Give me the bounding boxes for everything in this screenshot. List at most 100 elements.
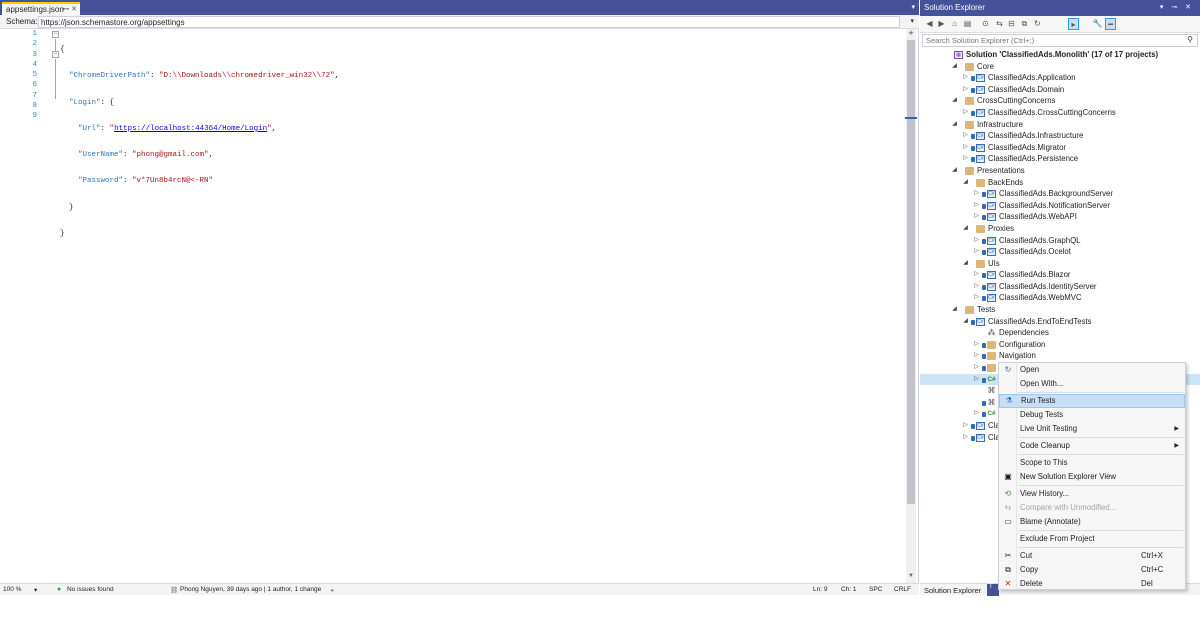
git-blame-info[interactable]: Phong Nguyen, 39 days ago | 1 author, 1 … (180, 586, 321, 593)
menu-item-compare-with-unmodified[interactable]: ⇆ Compare with Unmodified... (999, 501, 1185, 515)
tree-item[interactable]: ▷ C# ClassifiedAds.Persistence (920, 153, 1200, 165)
tree-item[interactable]: ▷ C# ClassifiedAds.Domain (920, 84, 1200, 96)
collapsed-arrow-icon[interactable]: ▷ (962, 420, 969, 432)
line-ending-indicator[interactable]: CRLF (894, 586, 911, 593)
solution-explorer-search[interactable]: ⚲ (922, 34, 1198, 47)
menu-item-open-with[interactable]: Open With... (999, 377, 1185, 391)
expanded-arrow-icon[interactable]: ◢ (951, 304, 958, 316)
collapsed-arrow-icon[interactable]: ▷ (973, 350, 980, 362)
tree-folder[interactable]: ◢ BackEnds (920, 177, 1200, 189)
tree-item[interactable]: ▷ C# ClassifiedAds.WebMVC (920, 292, 1200, 304)
tree-item[interactable]: ▷ C# ClassifiedAds.CrossCuttingConcerns (920, 107, 1200, 119)
collapsed-arrow-icon[interactable]: ▷ (962, 142, 969, 154)
collapsed-arrow-icon[interactable]: ▷ (973, 281, 980, 293)
collapsed-arrow-icon[interactable]: ▷ (962, 72, 969, 84)
collapse-icon[interactable]: − (52, 51, 59, 58)
tree-item[interactable]: ▷ C# ClassifiedAds.NotificationServer (920, 200, 1200, 212)
tree-item[interactable]: ▷ C# ClassifiedAds.Infrastructure (920, 130, 1200, 142)
tree-item[interactable]: ⁂ Dependencies (920, 327, 1200, 339)
search-icon[interactable]: ⚲ (1187, 35, 1193, 44)
sync-icon[interactable]: ⇆ (994, 18, 1005, 30)
tree-item[interactable]: ◢ C# ClassifiedAds.EndToEndTests (920, 316, 1200, 328)
tab-pin-close-icon[interactable]: ⊷ ✕ (62, 5, 77, 13)
tree-folder[interactable]: ◢ Presentations (920, 165, 1200, 177)
home-icon[interactable]: ⌂ (949, 18, 960, 30)
menu-item-view-history[interactable]: ⟲ View History... (999, 487, 1185, 501)
tree-solution[interactable]: ▦ Solution 'ClassifiedAds.Monolith' (17 o… (920, 49, 1200, 61)
tree-item[interactable]: ▷ C# ClassifiedAds.IdentityServer (920, 281, 1200, 293)
menu-item-code-cleanup[interactable]: Code Cleanup ▶ (999, 439, 1185, 453)
menu-item-open[interactable]: ↻ Open (999, 363, 1185, 377)
collapsed-arrow-icon[interactable]: ▷ (973, 362, 980, 374)
back-icon[interactable]: ◀ (924, 18, 935, 30)
tab-solution-explorer[interactable]: Solution Explorer (924, 586, 981, 595)
search-input[interactable] (923, 35, 1173, 46)
scroll-left-icon[interactable]: ◂ (330, 586, 333, 594)
expanded-arrow-icon[interactable]: ◢ (962, 223, 969, 235)
collapsed-arrow-icon[interactable]: ▷ (962, 107, 969, 119)
tree-item[interactable]: ▷ C# ClassifiedAds.Blazor (920, 269, 1200, 281)
split-plus-icon[interactable]: + (906, 29, 916, 39)
tree-folder[interactable]: ◢ UIs (920, 258, 1200, 270)
tree-folder[interactable]: ◢ Infrastructure (920, 119, 1200, 131)
expanded-arrow-icon[interactable]: ◢ (951, 95, 958, 107)
scrollbar-thumb[interactable] (907, 40, 915, 504)
refresh-icon[interactable]: ↻ (1032, 18, 1043, 30)
tree-folder[interactable]: ◢ CrossCuttingConcerns (920, 95, 1200, 107)
tree-item[interactable]: ▷ C# ClassifiedAds.WebAPI (920, 211, 1200, 223)
tree-folder[interactable]: ◢ Tests (920, 304, 1200, 316)
zoom-dropdown-icon[interactable]: ▾ (34, 586, 37, 594)
tab-dropdown-icon[interactable]: ▾ (911, 3, 915, 11)
menu-item-delete[interactable]: ✕ Delete Del (999, 577, 1185, 589)
pending-changes-filter-icon[interactable]: ⊙ (980, 18, 991, 30)
tab-appsettings-json[interactable]: appsettings.json ⊷ ✕ (2, 2, 80, 15)
zoom-level[interactable]: 100 % (3, 586, 21, 593)
collapsed-arrow-icon[interactable]: ▷ (973, 292, 980, 304)
tree-folder[interactable]: ◢ Proxies (920, 223, 1200, 235)
tree-item[interactable]: ▷ C# ClassifiedAds.Application (920, 72, 1200, 84)
collapsed-arrow-icon[interactable]: ▷ (973, 374, 980, 386)
menu-item-blame-annotate[interactable]: ▭ Blame (Annotate) (999, 515, 1185, 529)
code-editor[interactable]: { "ChromeDriverPath": "D:\\Downloads\\ch… (60, 29, 339, 282)
tree-folder[interactable]: ▷ Navigation (920, 350, 1200, 362)
collapsed-arrow-icon[interactable]: ▷ (973, 211, 980, 223)
collapsed-arrow-icon[interactable]: ▷ (962, 432, 969, 444)
window-controls-icon[interactable]: ▾ ⊸ ✕ (1160, 3, 1194, 11)
preview-icon[interactable]: ▸ (1068, 18, 1079, 30)
url-link[interactable]: https://localhost:44364/Home/Login (114, 125, 267, 133)
properties-icon[interactable]: 🔧 (1092, 18, 1103, 30)
schema-dropdown-icon[interactable]: ▾ (910, 17, 914, 25)
collapsed-arrow-icon[interactable]: ▷ (973, 246, 980, 258)
tree-item[interactable]: ▷ C# ClassifiedAds.BackgroundServer (920, 188, 1200, 200)
switch-views-icon[interactable]: ▤ (962, 18, 973, 30)
expanded-arrow-icon[interactable]: ◢ (962, 316, 969, 328)
collapsed-arrow-icon[interactable]: ▷ (962, 84, 969, 96)
pin-icon[interactable]: ━ (1105, 18, 1116, 30)
expanded-arrow-icon[interactable]: ◢ (962, 177, 969, 189)
tree-item[interactable]: ▷ C# ClassifiedAds.Migrator (920, 142, 1200, 154)
scroll-down-icon[interactable]: ▼ (906, 573, 916, 583)
collapsed-arrow-icon[interactable]: ▷ (973, 408, 980, 420)
menu-item-live-unit-testing[interactable]: Live Unit Testing ▶ (999, 422, 1185, 436)
collapsed-arrow-icon[interactable]: ▷ (973, 269, 980, 281)
menu-item-exclude-from-project[interactable]: Exclude From Project (999, 532, 1185, 546)
tree-folder[interactable]: ◢ Core (920, 61, 1200, 73)
expanded-arrow-icon[interactable]: ◢ (951, 165, 958, 177)
menu-item-cut[interactable]: ✂ Cut Ctrl+X (999, 549, 1185, 563)
tree-item[interactable]: ▷ C# ClassifiedAds.GraphQL (920, 235, 1200, 247)
tree-item[interactable]: ▷ C# ClassifiedAds.Ocelot (920, 246, 1200, 258)
menu-item-debug-tests[interactable]: Debug Tests (999, 408, 1185, 422)
tree-folder[interactable]: ▷ Configuration (920, 339, 1200, 351)
menu-item-run-tests[interactable]: ⚗ Run Tests (999, 394, 1185, 408)
menu-item-copy[interactable]: ⧉ Copy Ctrl+C (999, 563, 1185, 577)
forward-icon[interactable]: ▶ (936, 18, 947, 30)
show-all-files-icon[interactable]: ⧉ (1019, 18, 1030, 30)
collapsed-arrow-icon[interactable]: ▷ (973, 339, 980, 351)
expanded-arrow-icon[interactable]: ◢ (951, 61, 958, 73)
collapse-all-icon[interactable]: ⊟ (1006, 18, 1017, 30)
menu-item-scope-to-this[interactable]: Scope to This (999, 456, 1185, 470)
collapsed-arrow-icon[interactable]: ▷ (962, 153, 969, 165)
collapsed-arrow-icon[interactable]: ▷ (962, 130, 969, 142)
collapsed-arrow-icon[interactable]: ▷ (973, 200, 980, 212)
schema-input[interactable] (38, 16, 900, 28)
